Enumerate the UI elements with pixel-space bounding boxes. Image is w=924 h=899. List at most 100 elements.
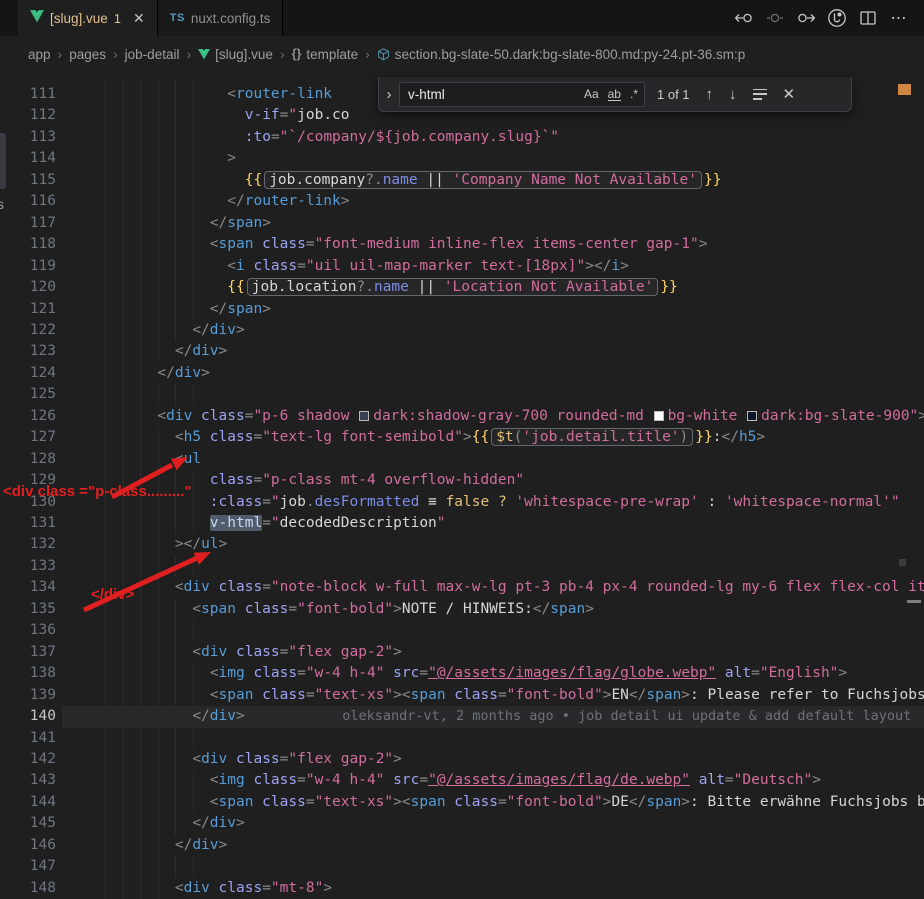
line-number: 139 — [10, 685, 56, 706]
code-line: </div> — [175, 835, 227, 856]
code-line: v-if="job.co — [245, 105, 350, 126]
cube-icon — [377, 48, 390, 61]
code-line: </router-link> — [227, 191, 349, 212]
code-line: {{job.location?.name || 'Location Not Av… — [227, 277, 678, 298]
typescript-icon: TS — [170, 12, 185, 24]
breadcrumb-label: [slug].vue — [215, 47, 273, 62]
annotation-label-p-class: <div class ="p-class........." — [3, 483, 192, 500]
line-number: 141 — [10, 728, 56, 749]
line-number: 148 — [10, 878, 56, 899]
code-line: </div> — [192, 320, 244, 341]
breadcrumb-label: job-detail — [125, 47, 180, 62]
tab-title: nuxt.config.ts — [191, 11, 271, 26]
breadcrumb-label: section.bg-slate-50.dark:bg-slate-800.md… — [395, 47, 745, 62]
line-number: 114 — [10, 148, 56, 169]
navigate-back-icon[interactable] — [733, 7, 755, 29]
annotation-label-closing-div: </div> — [91, 586, 134, 603]
line-number: 125 — [10, 384, 56, 405]
breadcrumb-item-job-detail[interactable]: job-detail — [125, 47, 180, 62]
breadcrumb-separator: › — [186, 46, 191, 62]
line-number: 119 — [10, 256, 56, 277]
find-query-text[interactable]: v-html — [408, 87, 575, 102]
code-line: <img class="w-4 h-4" src="@/assets/image… — [210, 770, 821, 791]
line-number: 140 — [10, 706, 56, 727]
tab-badge: 1 — [114, 11, 121, 26]
find-match-highlight: v-html — [210, 515, 262, 531]
code-line: <span class="text-xs"><span class="font-… — [210, 792, 924, 813]
color-swatch — [654, 411, 664, 421]
line-number: 145 — [10, 813, 56, 834]
breadcrumb-separator: › — [58, 46, 63, 62]
overview-find-marker — [898, 84, 911, 95]
code-line: <div class="flex gap-2"> — [192, 749, 402, 770]
breadcrumb-separator: › — [365, 46, 370, 62]
whole-word-icon[interactable]: ab — [608, 88, 621, 101]
code-line: <h5 class="text-lg font-semibold">{{$t('… — [175, 427, 765, 448]
left-edge-letter: s — [0, 196, 4, 212]
line-number: 134 — [10, 577, 56, 598]
tab-nuxt-config[interactable]: TS nuxt.config.ts — [158, 0, 284, 36]
split-editor-icon[interactable] — [857, 7, 879, 29]
overview-mark — [899, 559, 906, 566]
run-or-debug-icon[interactable] — [826, 7, 848, 29]
code-line: <img class="w-4 h-4" src="@/assets/image… — [210, 663, 847, 684]
line-number: 123 — [10, 341, 56, 362]
previous-match-icon[interactable]: ↑ — [706, 86, 714, 103]
next-match-icon[interactable]: ↓ — [729, 86, 737, 103]
code-line: <i class="uil uil-map-marker text-[18px]… — [227, 256, 629, 277]
code-line: {{job.company?.name || 'Company Name Not… — [245, 170, 722, 191]
breadcrumb-item-template[interactable]: {}template — [292, 47, 359, 62]
code-line: <div class="p-6 shadow dark:shadow-gray-… — [157, 406, 924, 427]
line-number: 124 — [10, 363, 56, 384]
line-number: 144 — [10, 792, 56, 813]
breadcrumb-item-sectionbg-slate-50da[interactable]: section.bg-slate-50.dark:bg-slate-800.md… — [377, 47, 745, 62]
code-line: <span class="text-xs"><span class="font-… — [210, 685, 924, 706]
code-line: <div class="flex gap-2"> — [192, 642, 402, 663]
line-number: 126 — [10, 406, 56, 427]
left-edge-fragment — [0, 133, 6, 189]
code-line: class="p-class mt-4 overflow-hidden" — [210, 470, 524, 491]
color-swatch — [747, 411, 757, 421]
find-results-count: 1 of 1 — [657, 87, 690, 102]
line-number: 121 — [10, 299, 56, 320]
breadcrumb-separator: › — [280, 46, 285, 62]
vue-icon — [30, 10, 44, 26]
more-actions-icon[interactable]: ⋯ — [888, 7, 910, 29]
line-number: 136 — [10, 620, 56, 641]
code-line: <div class="note-block w-full max-w-lg p… — [175, 577, 924, 598]
line-number: 132 — [10, 534, 56, 555]
breadcrumb-item-slugvue[interactable]: [slug].vue — [198, 47, 273, 62]
match-case-icon[interactable]: Aa — [584, 87, 599, 101]
breadcrumb-label: app — [28, 47, 51, 62]
navigate-forward-icon[interactable] — [795, 7, 817, 29]
code-line: <router-link — [227, 84, 332, 105]
breadcrumb-item-pages[interactable]: pages — [69, 47, 106, 62]
line-number: 147 — [10, 856, 56, 877]
line-number: 137 — [10, 642, 56, 663]
code-line: <span class="font-bold">NOTE / HINWEIS:<… — [192, 599, 594, 620]
close-find-icon[interactable]: ✕ — [783, 85, 796, 103]
line-number: 143 — [10, 770, 56, 791]
code-line: </div> — [175, 341, 227, 362]
code-line: </div> — [192, 813, 244, 834]
regex-icon[interactable]: .* — [630, 87, 638, 101]
close-icon[interactable]: ✕ — [133, 10, 145, 27]
tab-slug-vue[interactable]: [slug].vue 1 ✕ — [18, 0, 158, 36]
find-input[interactable]: v-html Aa ab .* — [399, 82, 645, 107]
line-number: 115 — [10, 170, 56, 191]
find-in-selection-icon[interactable] — [753, 89, 767, 100]
code-line: <div class="mt-8"> — [175, 878, 332, 899]
line-number: 118 — [10, 234, 56, 255]
tab-title: [slug].vue — [50, 11, 108, 26]
line-number: 133 — [10, 556, 56, 577]
toggle-replace-icon[interactable]: › — [379, 86, 399, 103]
line-number: 117 — [10, 213, 56, 234]
navigate-location-icon[interactable] — [764, 7, 786, 29]
line-number: 111 — [10, 84, 56, 105]
color-swatch — [359, 411, 369, 421]
line-number: 128 — [10, 449, 56, 470]
line-number: 131 — [10, 513, 56, 534]
breadcrumb-item-app[interactable]: app — [28, 47, 51, 62]
find-widget: › v-html Aa ab .* 1 of 1 ↑ ↓ ✕ — [378, 77, 852, 112]
code-line: ></ul> — [175, 534, 227, 555]
